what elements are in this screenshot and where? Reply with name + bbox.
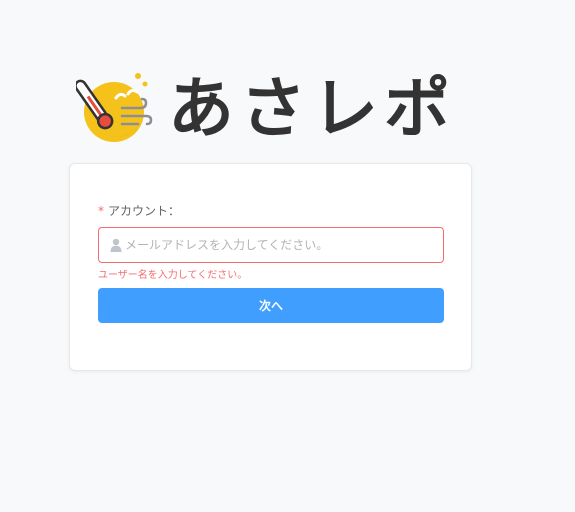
sun-thermometer-logo-icon	[76, 73, 153, 142]
brand-logo: あさレポ	[76, 68, 476, 150]
email-input[interactable]	[125, 228, 435, 262]
login-page: あさレポ * アカウント： ユーザー名を入力してください。 次へ	[0, 0, 575, 512]
required-marker: *	[98, 204, 104, 218]
email-error-message: ユーザー名を入力してください。	[98, 270, 248, 281]
user-icon	[110, 238, 122, 252]
account-field-label: * アカウント：	[98, 202, 180, 219]
account-label-text: アカウント：	[108, 204, 181, 218]
brand-name: あさレポ	[168, 70, 456, 147]
next-button[interactable]: 次へ	[98, 288, 444, 323]
email-input-wrapper[interactable]	[98, 227, 444, 263]
login-card: * アカウント： ユーザー名を入力してください。 次へ	[69, 163, 472, 371]
